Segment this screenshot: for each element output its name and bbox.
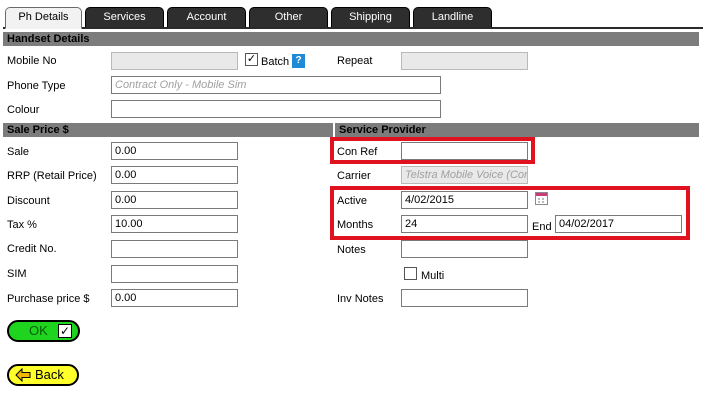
rrp-label: RRP (Retail Price) [7, 170, 97, 182]
check-icon: ✓ [246, 53, 257, 65]
highlight-dates [330, 186, 690, 240]
tab-services[interactable]: Services [85, 7, 164, 27]
discount-input[interactable]: 0.00 [111, 191, 238, 209]
batch-label: Batch [261, 56, 290, 68]
sim-label: SIM [7, 268, 27, 280]
colour-input[interactable] [111, 100, 441, 118]
carrier-input[interactable]: Telstra Mobile Voice (Con [401, 166, 528, 184]
rrp-input[interactable]: 0.00 [111, 166, 238, 184]
inv-notes-input[interactable] [401, 289, 528, 307]
tab-account[interactable]: Account [167, 7, 246, 27]
tab-underline [3, 27, 703, 29]
batch-checkbox[interactable]: ✓ [245, 53, 258, 66]
discount-label: Discount [7, 195, 50, 207]
carrier-label: Carrier [337, 170, 371, 182]
repeat-input[interactable] [401, 52, 528, 70]
inv-notes-label: Inv Notes [337, 293, 384, 305]
notes-label: Notes [337, 244, 366, 256]
section-sale-price: Sale Price $ [3, 123, 333, 137]
tab-landline[interactable]: Landline [413, 7, 492, 27]
help-icon[interactable]: ? [292, 54, 305, 68]
highlight-con-ref [330, 137, 535, 164]
check-icon: ✓ [58, 324, 72, 338]
ok-label: OK [29, 323, 48, 338]
ok-button[interactable]: OK ✓ [7, 320, 80, 342]
section-service-provider: Service Provider [335, 123, 699, 137]
sale-input[interactable]: 0.00 [111, 142, 238, 160]
tax-input[interactable]: 10.00 [111, 215, 238, 233]
multi-label: Multi [421, 270, 445, 282]
phone-type-input[interactable]: Contract Only - Mobile Sim [111, 76, 441, 94]
repeat-label: Repeat [337, 55, 373, 67]
tax-label: Tax % [7, 219, 37, 231]
mobile-no-input[interactable] [111, 52, 238, 70]
tab-ph-details[interactable]: Ph Details [5, 7, 82, 29]
phone-type-label: Phone Type [7, 80, 66, 92]
back-label: Back [35, 367, 64, 382]
notes-input[interactable] [401, 240, 528, 258]
sim-input[interactable] [111, 265, 238, 283]
colour-label: Colour [7, 104, 40, 116]
back-button[interactable]: Back [7, 364, 79, 386]
purchase-price-input[interactable]: 0.00 [111, 289, 238, 307]
tab-shipping[interactable]: Shipping [331, 7, 410, 27]
back-arrow-icon [15, 368, 31, 382]
purchase-price-label: Purchase price $ [7, 293, 90, 305]
multi-checkbox[interactable] [404, 267, 417, 280]
mobile-no-label: Mobile No [7, 55, 57, 67]
credit-no-input[interactable] [111, 240, 238, 258]
tab-other[interactable]: Other [249, 7, 328, 27]
section-handset-details: Handset Details [3, 32, 699, 46]
credit-no-label: Credit No. [7, 243, 57, 255]
sale-label: Sale [7, 146, 30, 158]
